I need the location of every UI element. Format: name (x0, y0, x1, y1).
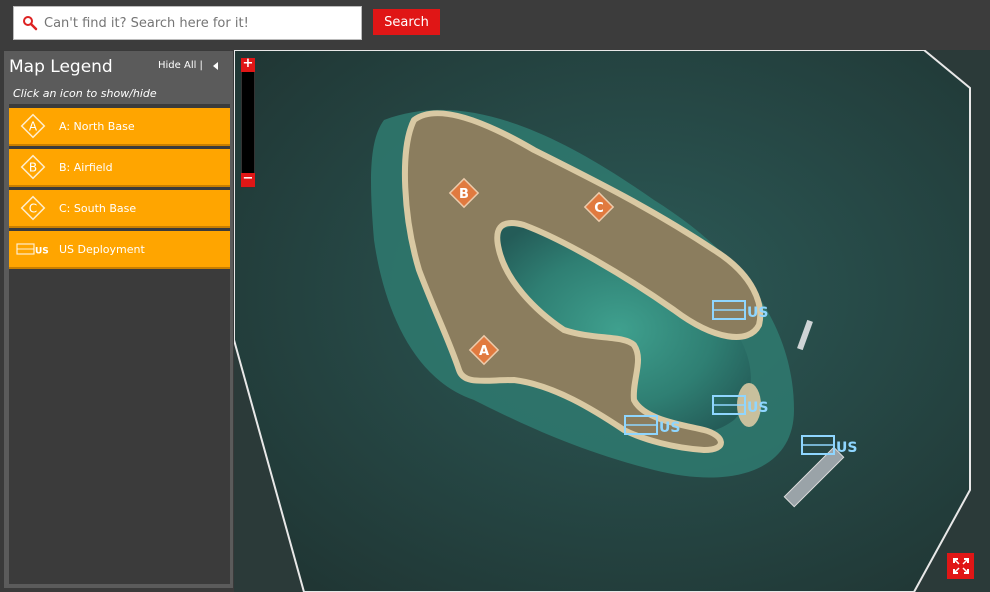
svg-text:US: US (747, 400, 768, 416)
satellite-map[interactable]: A B C US US US US (234, 50, 990, 592)
svg-text:C: C (29, 202, 37, 216)
search-button[interactable]: Search (373, 9, 440, 35)
top-bar: Search (0, 0, 990, 50)
legend-list: Click an icon to show/hide A A: North Ba… (9, 84, 230, 584)
us-deployment-icon: US (9, 230, 57, 268)
svg-text:US: US (747, 305, 768, 321)
legend-item-north-base[interactable]: A A: North Base (9, 108, 230, 146)
svg-text:C: C (594, 201, 604, 216)
collapse-arrow-icon[interactable] (213, 62, 218, 70)
objective-b-icon: B (9, 148, 57, 186)
map-legend-panel: Map Legend Hide All | Click an icon to s… (4, 51, 233, 588)
legend-title: Map Legend (9, 57, 113, 77)
map-view[interactable]: A B C US US US US + − (234, 50, 990, 592)
legend-hint: Click an icon to show/hide (9, 84, 230, 104)
zoom-out-button[interactable]: − (241, 172, 255, 187)
svg-text:US: US (659, 420, 680, 436)
hide-all-link[interactable]: Hide All | (158, 60, 203, 71)
legend-item-label: C: South Base (59, 201, 137, 215)
svg-text:A: A (29, 120, 38, 134)
fullscreen-button[interactable] (947, 553, 974, 579)
expand-icon (952, 558, 969, 574)
legend-item-label: A: North Base (59, 119, 135, 133)
zoom-slider[interactable]: + − (241, 57, 255, 188)
svg-text:B: B (459, 187, 469, 202)
objective-c-icon: C (9, 189, 57, 227)
legend-item-label: B: Airfield (59, 160, 113, 174)
legend-item-south-base[interactable]: C C: South Base (9, 190, 230, 228)
search-input[interactable] (44, 15, 344, 31)
search-icon (23, 16, 38, 31)
legend-item-us-deployment[interactable]: US US Deployment (9, 231, 230, 269)
svg-text:B: B (29, 161, 37, 175)
svg-text:US: US (35, 247, 49, 257)
legend-item-label: US Deployment (59, 242, 145, 256)
zoom-in-button[interactable]: + (241, 57, 255, 72)
legend-item-airfield[interactable]: B B: Airfield (9, 149, 230, 187)
svg-text:A: A (479, 344, 489, 359)
objective-a-icon: A (9, 107, 57, 145)
svg-text:US: US (836, 440, 857, 456)
search-box[interactable] (13, 6, 362, 40)
